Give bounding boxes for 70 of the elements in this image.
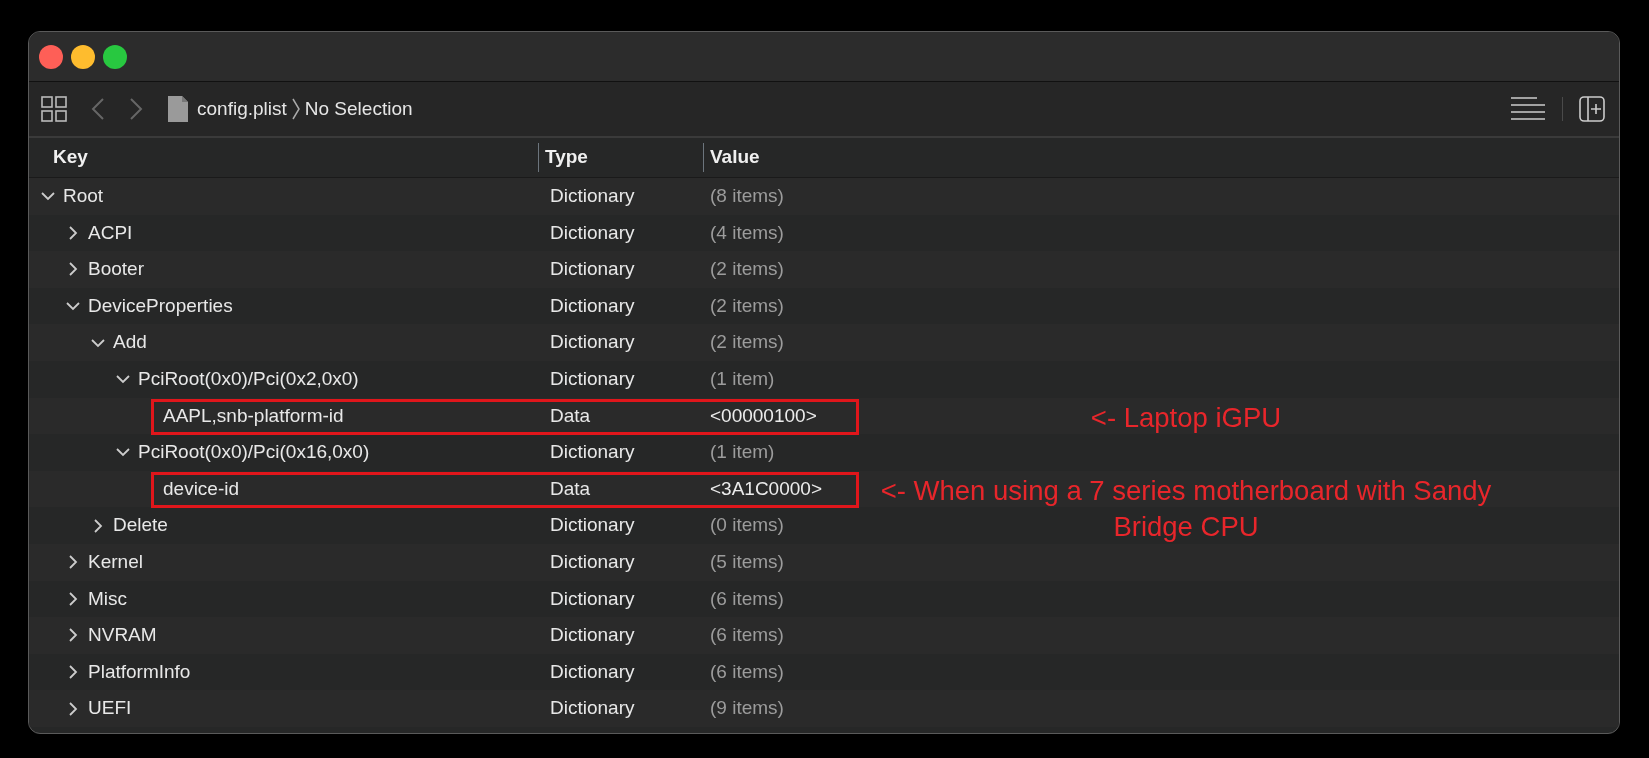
- key-text: Root: [63, 184, 104, 209]
- column-header[interactable]: Value: [703, 143, 760, 172]
- key-text: PlatformInfo: [88, 659, 191, 684]
- lines-icon[interactable]: [1510, 96, 1546, 122]
- chevron-right-icon[interactable]: [66, 262, 80, 277]
- annotation-text: <- Laptop iGPU: [1089, 400, 1283, 435]
- type-text: Dictionary: [549, 513, 636, 538]
- type-text: Dictionary: [549, 293, 636, 318]
- grid-icon[interactable]: [41, 96, 67, 122]
- value-text: (9 items): [709, 696, 784, 721]
- key-text: UEFI: [88, 696, 132, 721]
- type-text: Dictionary: [549, 184, 636, 209]
- back-icon[interactable]: [91, 97, 105, 121]
- chevron-right-icon[interactable]: [66, 591, 80, 606]
- value-text: (1 item): [709, 440, 775, 465]
- value-text: <3A1C0000>: [709, 476, 822, 501]
- type-text: Dictionary: [549, 586, 636, 611]
- chevron-right-icon[interactable]: [66, 701, 80, 716]
- chevron-right-icon[interactable]: [91, 518, 105, 533]
- column-header[interactable]: Type: [538, 143, 703, 172]
- key-text: PciRoot(0x0)/Pci(0x16,0x0): [138, 440, 370, 465]
- chevron-right-icon[interactable]: [66, 555, 80, 570]
- breadcrumb-item[interactable]: config.plist: [197, 94, 287, 124]
- type-text: Dictionary: [549, 257, 636, 282]
- value-text: (6 items): [709, 659, 784, 684]
- key-text: Booter: [88, 257, 144, 282]
- value-text: (5 items): [709, 550, 784, 574]
- document-icon: [167, 95, 189, 123]
- value-text: (2 items): [709, 330, 784, 355]
- breadcrumb-item[interactable]: No Selection: [304, 94, 413, 124]
- type-text: Data: [549, 476, 592, 501]
- key-text: PciRoot(0x0)/Pci(0x2,0x0): [138, 367, 359, 391]
- value-text: (6 items): [709, 623, 784, 648]
- type-text: Dictionary: [549, 623, 636, 648]
- type-text: Dictionary: [549, 550, 636, 574]
- column-header[interactable]: Key: [29, 143, 538, 172]
- key-text: device-id: [163, 476, 240, 501]
- close-button[interactable]: [39, 44, 63, 69]
- annotation-text: <- When using a 7 series motherboard with Sandy Bridge CPU: [879, 473, 1493, 544]
- add-panel-icon[interactable]: [1579, 96, 1605, 122]
- chevron-right-icon[interactable]: [66, 225, 80, 240]
- value-text: (0 items): [709, 513, 784, 538]
- value-text: (6 items): [709, 586, 784, 611]
- type-text: Dictionary: [549, 696, 636, 721]
- forward-icon[interactable]: [129, 97, 143, 121]
- type-text: Dictionary: [549, 659, 636, 684]
- type-text: Dictionary: [549, 220, 636, 245]
- value-text: (4 items): [709, 220, 784, 245]
- type-text: Dictionary: [549, 440, 636, 465]
- value-text: (2 items): [709, 257, 784, 282]
- key-text: Delete: [113, 513, 168, 538]
- chevron-icon: [290, 97, 301, 121]
- value-text: (1 item): [709, 367, 775, 391]
- type-text: Dictionary: [549, 367, 636, 391]
- key-text: AAPL,snb-platform-id: [163, 403, 344, 428]
- value-text: (2 items): [709, 293, 784, 318]
- value-text: <00000100>: [709, 403, 817, 428]
- type-text: Dictionary: [549, 330, 636, 355]
- key-text: NVRAM: [88, 623, 157, 648]
- key-text: Add: [113, 330, 147, 355]
- value-text: (8 items): [709, 184, 784, 209]
- key-text: Kernel: [88, 550, 143, 574]
- type-text: Data: [549, 403, 592, 428]
- chevron-right-icon[interactable]: [66, 628, 80, 643]
- zoom-button[interactable]: [103, 44, 127, 69]
- minimize-button[interactable]: [71, 44, 95, 69]
- chevron-right-icon[interactable]: [66, 665, 80, 679]
- key-text: Misc: [88, 586, 128, 611]
- key-text: DeviceProperties: [88, 293, 233, 318]
- key-text: ACPI: [88, 220, 133, 245]
